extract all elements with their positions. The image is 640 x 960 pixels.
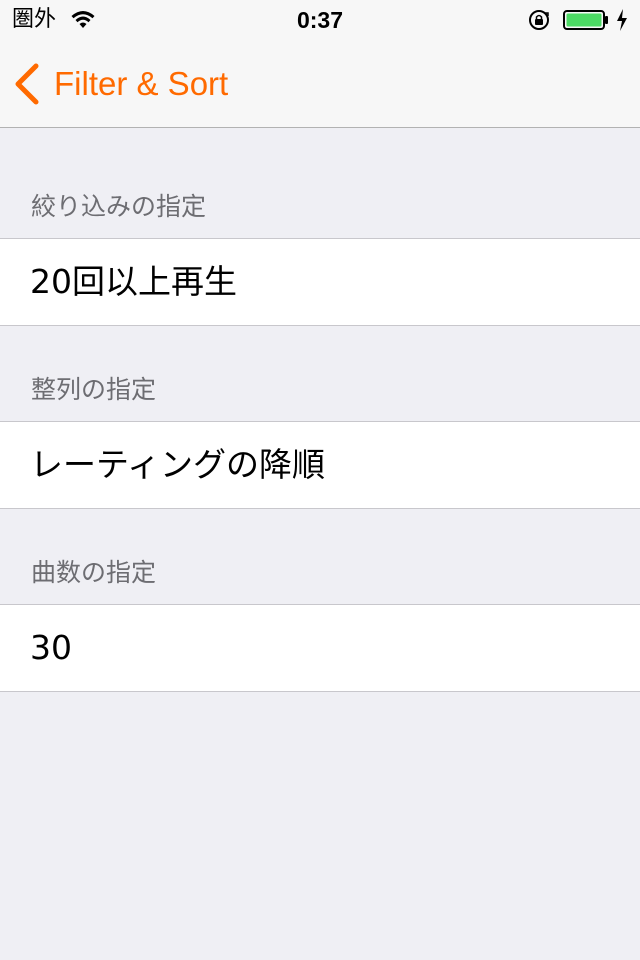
count-cell[interactable]: 30 [0, 604, 640, 692]
count-value: 30 [30, 628, 72, 667]
battery-icon [563, 10, 608, 30]
back-button[interactable]: Filter & Sort [12, 60, 228, 108]
status-bar: 圏外 0:37 [0, 0, 640, 40]
navigation-bar: Filter & Sort [0, 40, 640, 128]
section-header-filter: 絞り込みの指定 [31, 192, 207, 221]
sort-cell[interactable]: レーティングの降順 [0, 421, 640, 509]
orientation-lock-icon [529, 10, 549, 30]
section-header-count: 曲数の指定 [31, 558, 157, 587]
back-button-label: Filter & Sort [54, 65, 229, 102]
chevron-left-icon [15, 63, 39, 105]
filter-cell[interactable]: 20回以上再生 [0, 238, 640, 326]
section-header-sort: 整列の指定 [31, 375, 157, 404]
charging-bolt-icon [617, 9, 627, 31]
sort-value: レーティングの降順 [30, 445, 326, 484]
filter-value: 20回以上再生 [30, 262, 237, 301]
